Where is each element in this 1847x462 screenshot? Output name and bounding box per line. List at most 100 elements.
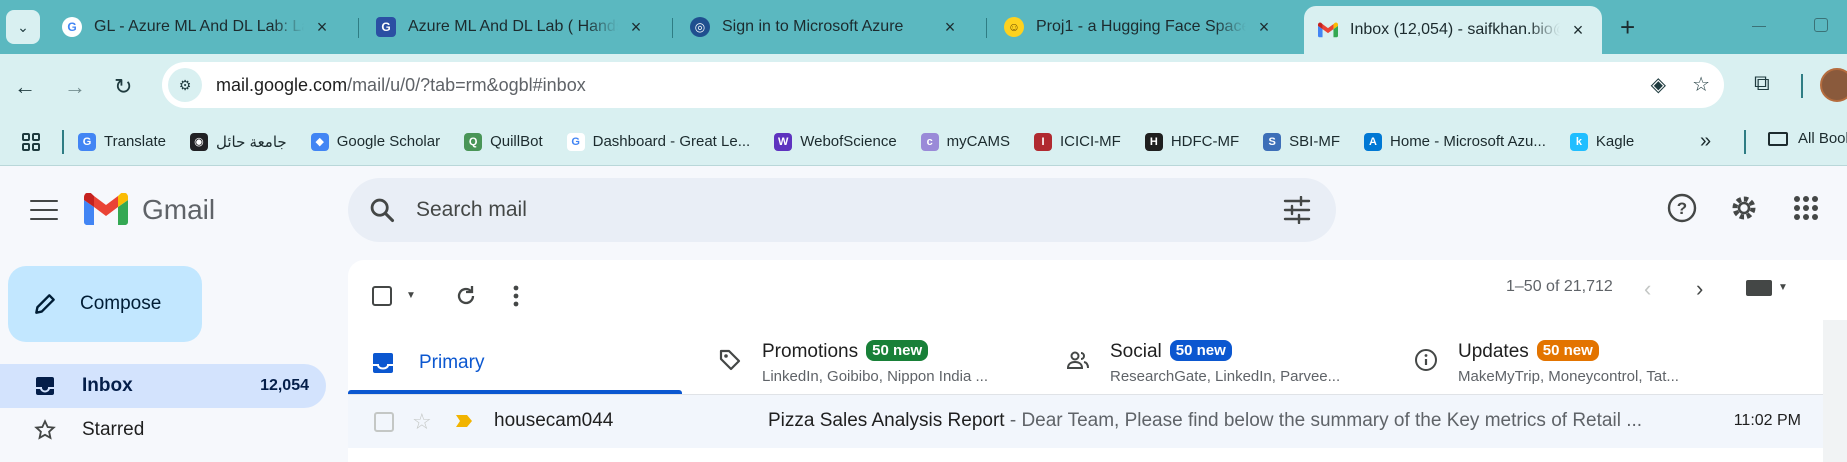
address-bar[interactable]: ⚙ mail.google.com/mail/u/0/?tab=rm&ogbl#… <box>162 62 1724 108</box>
bookmark-item[interactable]: S SBI-MF <box>1263 132 1340 151</box>
bookmark-item[interactable]: H HDFC-MF <box>1144 132 1240 151</box>
bookmark-item[interactable]: k Kagle <box>1569 132 1635 151</box>
scrollbar[interactable] <box>1823 320 1847 462</box>
input-tools-caret-icon[interactable]: ▼ <box>1778 282 1788 293</box>
tab-search-button[interactable]: ⌄ <box>6 10 40 44</box>
sidebar-item-inbox[interactable]: Inbox 12,054 <box>0 364 326 408</box>
browser-tab-3[interactable]: ◎ Sign in to Microsoft Azure × <box>676 8 974 46</box>
site-info-icon[interactable]: ⚙ <box>168 68 202 102</box>
chevron-down-icon: ⌄ <box>17 18 29 35</box>
email-subject: Pizza Sales Analysis Report <box>768 410 1005 431</box>
sidebar-item-starred[interactable]: Starred <box>0 408 326 452</box>
bookmark-label: Translate <box>104 133 166 150</box>
google-apps-icon[interactable] <box>1790 192 1822 224</box>
bookmark-label: Home - Microsoft Azu... <box>1390 133 1546 150</box>
browser-tab-5-active[interactable]: Inbox (12,054) - saifkhan.bio@gmail.com … <box>1304 6 1602 54</box>
close-icon[interactable]: × <box>312 17 332 38</box>
email-time: 11:02 PM <box>1733 412 1801 429</box>
tab-label: Promotions <box>762 341 859 362</box>
refresh-icon[interactable] <box>454 284 478 308</box>
gmail-favicon-icon <box>1318 20 1338 40</box>
bookmark-label: جامعة حائل <box>215 133 287 151</box>
settings-gear-icon[interactable] <box>1728 192 1760 224</box>
bookmark-item[interactable]: G Translate <box>78 132 166 151</box>
bookmark-label: Kagle <box>1595 133 1635 150</box>
bookmark-item[interactable]: I ICICI-MF <box>1034 132 1121 151</box>
select-dropdown-caret-icon[interactable]: ▼ <box>406 290 416 301</box>
bookmark-favicon-icon: ◆ <box>310 132 329 151</box>
profile-avatar[interactable] <box>1820 68 1847 102</box>
gmail-wordmark[interactable]: Gmail <box>142 194 215 226</box>
search-icon[interactable] <box>368 196 396 224</box>
bookmark-item[interactable]: ◆ Google Scholar <box>310 132 441 151</box>
bookmarks-divider <box>1744 130 1746 154</box>
apps-grid-icon[interactable] <box>22 132 40 151</box>
bookmark-favicon-icon: W <box>774 132 793 151</box>
star-outline-icon[interactable]: ☆ <box>412 411 432 433</box>
browser-tab-4[interactable]: ☺ Proj1 - a Hugging Face Space by × <box>990 8 1288 46</box>
help-icon[interactable]: ? <box>1666 192 1698 224</box>
search-options-icon[interactable] <box>1282 196 1312 224</box>
browser-toolbar: ← → ↻ ⚙ mail.google.com/mail/u/0/?tab=rm… <box>0 54 1847 118</box>
bookmark-item[interactable]: A Home - Microsoft Azu... <box>1364 132 1546 151</box>
bookmark-item[interactable]: ◉ جامعة حائل <box>189 132 287 151</box>
compose-button[interactable]: Compose <box>8 266 202 342</box>
bookmark-item[interactable]: W WebofScience <box>774 132 897 151</box>
hugging-face-favicon-icon: ☺ <box>1004 17 1024 37</box>
email-row[interactable]: ☆ housecam044 Pizza Sales Analysis Repor… <box>348 395 1823 448</box>
close-icon[interactable]: × <box>940 17 960 38</box>
search-input[interactable] <box>406 178 1206 242</box>
compose-label: Compose <box>80 293 162 314</box>
keyboard-icon[interactable] <box>1746 280 1772 296</box>
tab-label: Updates <box>1458 341 1529 362</box>
toolbar-divider <box>1801 74 1803 98</box>
select-all-checkbox[interactable] <box>372 286 392 306</box>
close-icon[interactable]: × <box>626 17 646 38</box>
main-menu-icon[interactable] <box>30 200 58 220</box>
forward-arrow-icon[interactable]: → <box>64 74 86 100</box>
new-tab-button[interactable]: + <box>1620 12 1635 43</box>
inbox-tray-icon <box>373 353 393 373</box>
bookmarks-divider <box>62 129 64 154</box>
close-icon[interactable]: × <box>1568 20 1588 41</box>
email-select-checkbox[interactable] <box>374 412 394 432</box>
url-text[interactable]: mail.google.com/mail/u/0/?tab=rm&ogbl#in… <box>216 75 586 96</box>
bookmark-item[interactable]: c myCAMS <box>920 132 1010 151</box>
chevron-right-icon[interactable]: › <box>1696 276 1703 302</box>
chevron-left-icon[interactable]: ‹ <box>1644 276 1651 302</box>
browser-tab-strip: ⌄ G GL - Azure ML And DL Lab: Labs × G A… <box>0 0 1847 54</box>
bookmarks-bar: G Translate ◉ جامعة حائل ◆ Google Scholar Q Qui… <box>0 118 1847 166</box>
bookmark-star-icon[interactable]: ☆ <box>1692 72 1710 97</box>
tab-divider <box>672 18 673 38</box>
chevron-double-right-icon[interactable]: » <box>1700 130 1711 153</box>
bookmark-favicon-icon: Q <box>464 132 483 151</box>
close-icon[interactable]: × <box>1254 17 1274 38</box>
bookmark-favicon-icon: H <box>1144 132 1163 151</box>
tab-label: Primary <box>419 352 485 373</box>
url-host: mail.google.com <box>216 74 348 95</box>
bookmark-item[interactable]: G Dashboard - Great Le... <box>566 132 750 151</box>
pagination-range: 1–50 of 21,712 <box>1506 278 1613 295</box>
tab-senders-preview: ResearchGate, LinkedIn, Parvee... <box>1110 368 1341 385</box>
maximize-icon[interactable] <box>1814 18 1828 32</box>
google-favicon-icon: G <box>62 17 82 37</box>
browser-tab-1[interactable]: G GL - Azure ML And DL Lab: Labs × <box>48 8 346 46</box>
gmail-logo-icon[interactable] <box>84 193 128 225</box>
star-outline-icon <box>34 419 56 440</box>
tab-primary[interactable]: Primary <box>348 332 682 394</box>
bookmark-label: HDFC-MF <box>1170 133 1240 150</box>
bookmark-item[interactable]: Q QuillBot <box>464 132 543 151</box>
tab-title: Azure ML And DL Lab ( Hands-On <box>408 18 618 35</box>
minimize-icon[interactable] <box>1752 26 1766 27</box>
all-bookmarks-button[interactable]: All Bookmarks <box>1768 130 1847 147</box>
more-vertical-icon[interactable] <box>512 284 520 308</box>
folder-icon <box>1768 131 1788 146</box>
back-arrow-icon[interactable]: ← <box>14 74 36 100</box>
lens-icon[interactable]: ◈ <box>1651 72 1666 97</box>
browser-tab-2[interactable]: G Azure ML And DL Lab ( Hands-On × <box>362 8 660 46</box>
bookmark-label: Google Scholar <box>336 133 441 150</box>
important-marker-icon[interactable] <box>456 415 472 427</box>
extensions-puzzle-icon[interactable]: ⧉ <box>1754 70 1770 96</box>
reload-icon[interactable]: ↻ <box>114 74 132 100</box>
tag-icon <box>719 349 741 371</box>
